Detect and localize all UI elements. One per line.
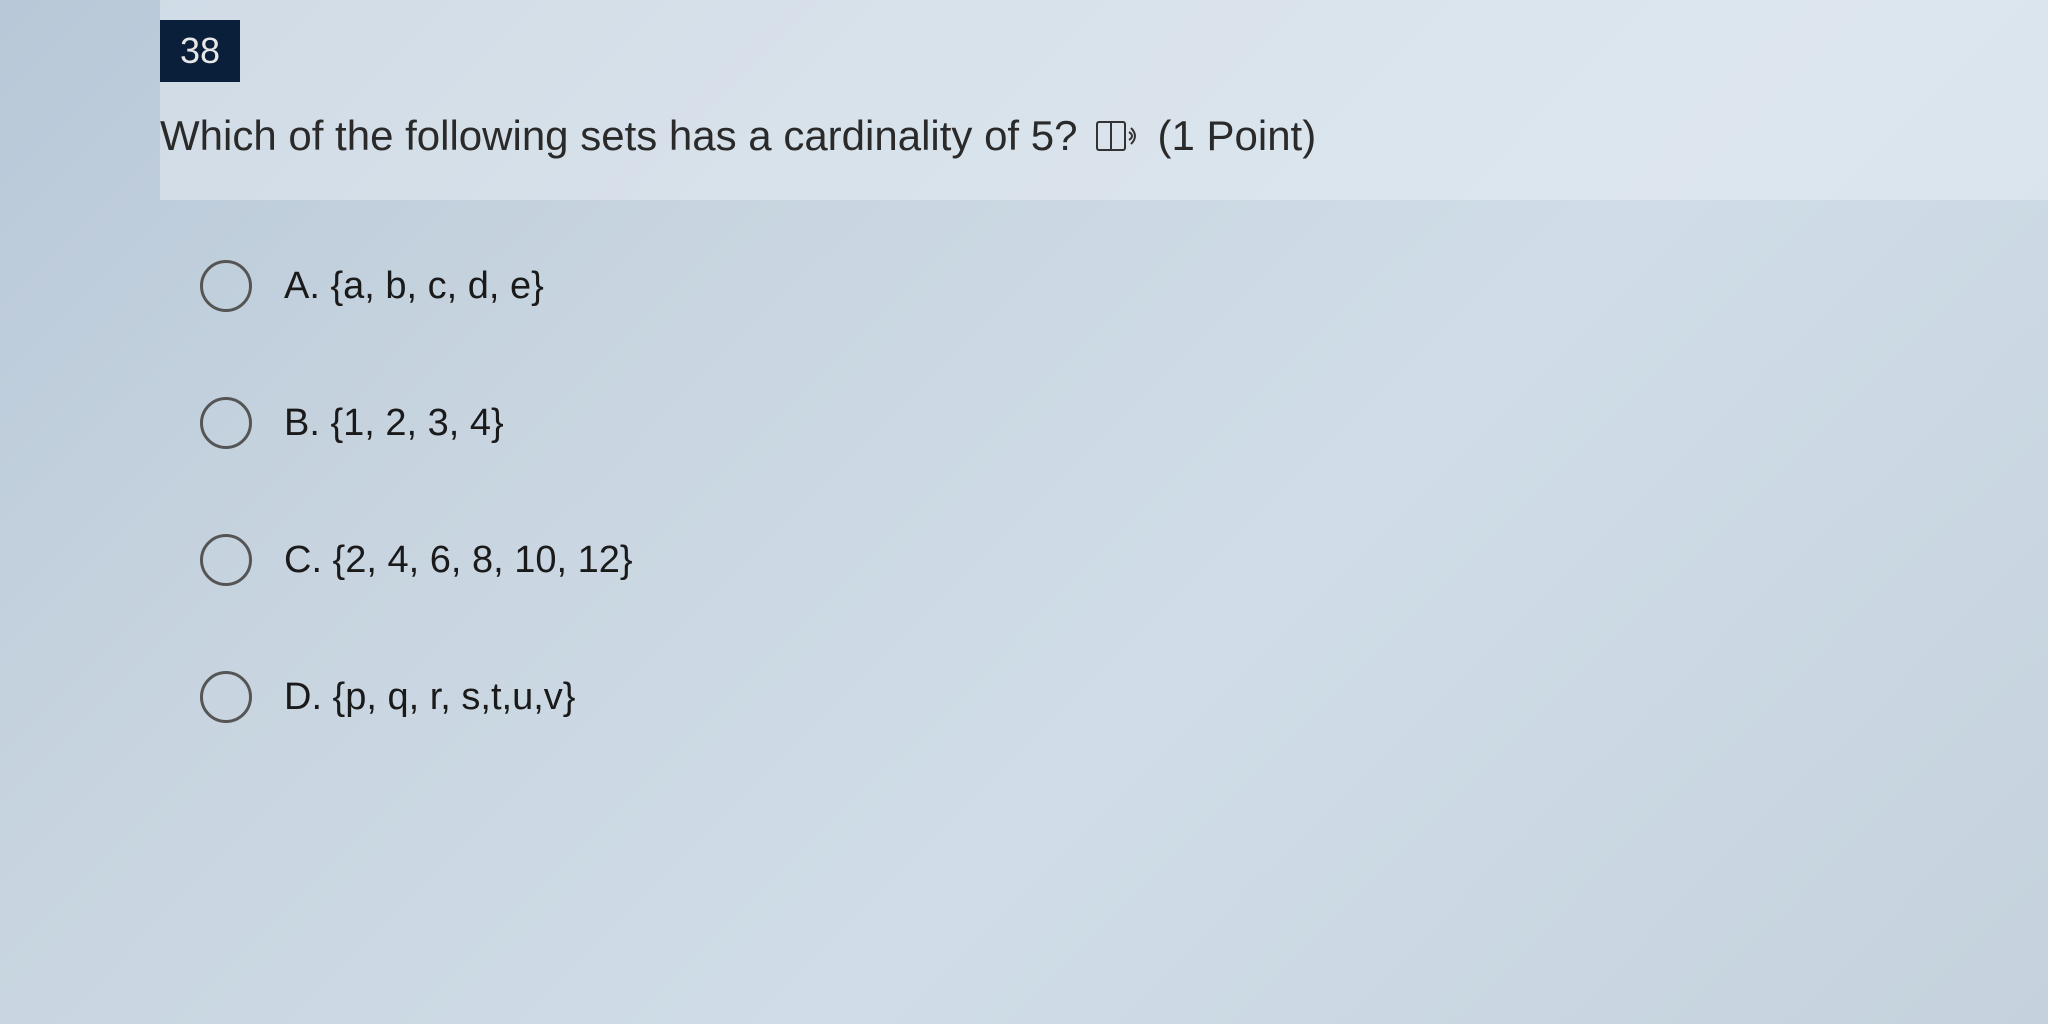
- radio-button[interactable]: [200, 671, 252, 723]
- question-number-badge: 38: [160, 20, 240, 82]
- question-text: Which of the following sets has a cardin…: [160, 112, 1077, 160]
- question-text-row: Which of the following sets has a cardin…: [160, 112, 2048, 160]
- radio-button[interactable]: [200, 260, 252, 312]
- option-label: C. {2, 4, 6, 8, 10, 12}: [284, 539, 633, 582]
- option-label: A. {a, b, c, d, e}: [284, 265, 544, 308]
- option-b[interactable]: B. {1, 2, 3, 4}: [200, 397, 2048, 449]
- option-c[interactable]: C. {2, 4, 6, 8, 10, 12}: [200, 534, 2048, 586]
- question-number: 38: [180, 30, 220, 71]
- option-a[interactable]: A. {a, b, c, d, e}: [200, 260, 2048, 312]
- points-label: (1 Point): [1157, 112, 1316, 160]
- option-label: B. {1, 2, 3, 4}: [284, 402, 504, 445]
- radio-button[interactable]: [200, 534, 252, 586]
- radio-button[interactable]: [200, 397, 252, 449]
- option-d[interactable]: D. {p, q, r, s,t,u,v}: [200, 671, 2048, 723]
- options-list: A. {a, b, c, d, e} B. {1, 2, 3, 4} C. {2…: [160, 260, 2048, 723]
- option-label: D. {p, q, r, s,t,u,v}: [284, 676, 575, 719]
- question-container: 38 Which of the following sets has a car…: [0, 0, 2048, 723]
- immersive-reader-icon[interactable]: [1095, 118, 1139, 154]
- question-header: 38 Which of the following sets has a car…: [160, 0, 2048, 200]
